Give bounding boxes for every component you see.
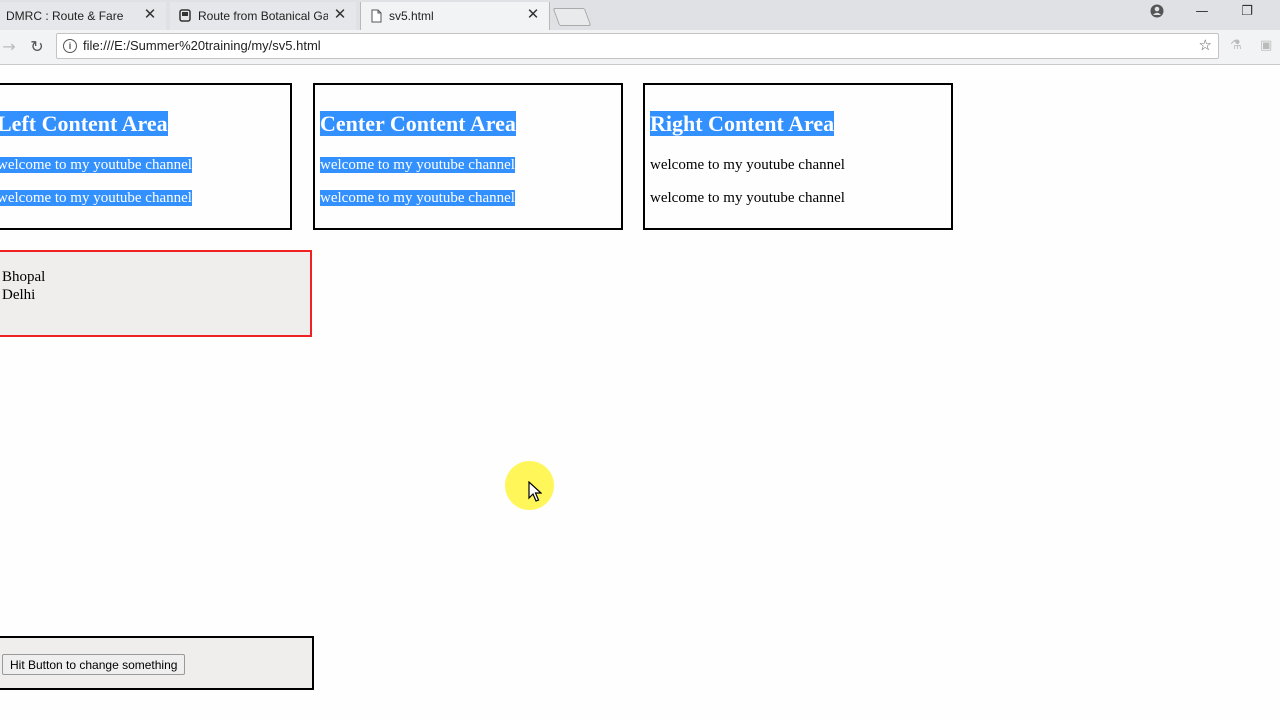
close-icon[interactable]: ✕ (142, 7, 158, 23)
city-option[interactable]: Delhi (2, 286, 35, 304)
right-line-1: welcome to my youtube channel (650, 157, 845, 173)
forward-icon[interactable]: → (0, 35, 21, 59)
tab-route[interactable]: Route from Botanical Gar ✕ (170, 2, 356, 30)
city-option[interactable]: Bhopal (2, 268, 45, 286)
metro-icon (179, 9, 191, 22)
right-heading: Right Content Area (650, 111, 835, 136)
tab-sv5[interactable]: sv5.html ✕ (360, 2, 550, 30)
extension-lock-icon[interactable]: ▣ (1260, 38, 1272, 53)
close-icon[interactable]: ✕ (332, 7, 348, 23)
page-icon (371, 9, 382, 23)
browser-toolbar: → ↻ i file:///E:/Summer%20training/my/sv… (0, 30, 1280, 65)
tab-title: DMRC : Route & Fare (6, 9, 124, 23)
restore-icon[interactable]: ❐ (1232, 4, 1262, 24)
tab-title: Route from Botanical Gar (198, 9, 328, 23)
new-tab-button[interactable] (552, 8, 592, 26)
city-listbox[interactable]: Bhopal Delhi (0, 250, 312, 337)
right-content-area: Right Content Area welcome to my youtube… (643, 83, 953, 230)
left-line-2: welcome to my youtube channel (0, 190, 192, 207)
tab-title: sv5.html (389, 9, 434, 23)
mouse-cursor-icon (528, 481, 542, 502)
address-bar[interactable]: i file:///E:/Summer%20training/my/sv5.ht… (56, 33, 1219, 59)
close-icon[interactable]: ✕ (525, 7, 541, 23)
right-line-2: welcome to my youtube channel (650, 190, 845, 206)
left-heading: Left Content Area (0, 111, 168, 137)
bookmark-star-icon[interactable]: ☆ (1199, 36, 1212, 54)
minimize-icon[interactable]: — (1187, 4, 1217, 24)
left-line-1: welcome to my youtube channel (0, 157, 192, 174)
center-content-area: Center Content Area welcome to my youtub… (313, 83, 623, 230)
change-something-button[interactable]: Hit Button to change something (2, 654, 186, 675)
extension-icon[interactable]: ⚗ (1230, 38, 1242, 53)
left-content-area: Left Content Area welcome to my youtube … (0, 83, 292, 230)
tab-strip: DMRC : Route & Fare ✕ Route from Botanic… (0, 0, 1280, 30)
center-line-2: welcome to my youtube channel (320, 190, 515, 206)
reload-icon[interactable]: ↻ (25, 35, 49, 59)
profile-icon[interactable] (1142, 4, 1172, 24)
info-icon[interactable]: i (63, 39, 77, 53)
center-line-1: welcome to my youtube channel (320, 157, 515, 173)
url-text: file:///E:/Summer%20training/my/sv5.html (83, 38, 321, 53)
center-heading: Center Content Area (320, 111, 516, 136)
tab-dmrc[interactable]: DMRC : Route & Fare ✕ (0, 2, 166, 30)
button-container: Hit Button to change something (0, 636, 314, 690)
